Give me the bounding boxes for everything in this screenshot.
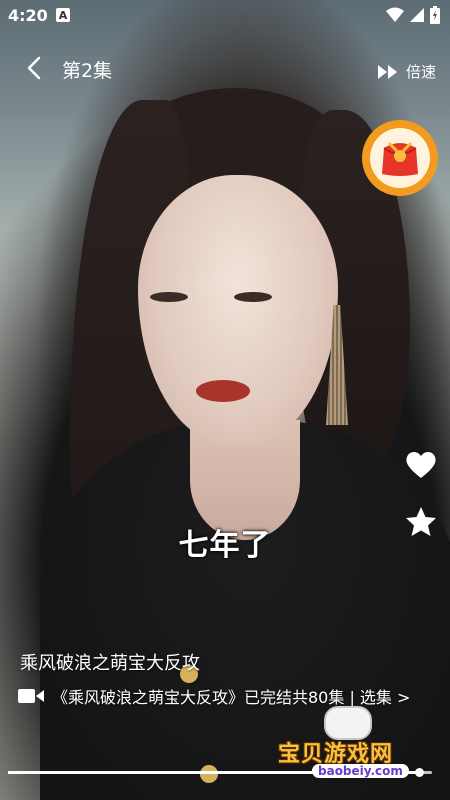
watermark-url: baobeiy.com xyxy=(312,764,409,778)
episode-selector[interactable]: 《乘风破浪之萌宝大反攻》已完结共80集 | 选集 > xyxy=(18,684,410,708)
drama-title: 乘风破浪之萌宝大反攻 xyxy=(20,653,200,674)
episode-title: 第2集 xyxy=(62,60,113,82)
double-play-icon xyxy=(377,64,397,79)
signal-icon xyxy=(410,8,424,22)
notification-icon: A xyxy=(56,8,70,22)
drama-info-text: 《乘风破浪之萌宝大反攻》已完结共80集 | 选集 > xyxy=(52,688,411,707)
status-icons xyxy=(386,6,440,24)
video-eye xyxy=(150,292,188,302)
video-lips xyxy=(196,380,250,402)
video-coat-button xyxy=(200,765,218,783)
red-envelope-icon xyxy=(370,128,430,188)
speed-label: 倍速 xyxy=(405,63,436,81)
watermark-logo: 宝贝游戏网 baobeiy.com xyxy=(272,706,422,786)
battery-icon xyxy=(430,6,440,24)
video-subtitle: 七年了 xyxy=(178,528,272,563)
wifi-icon xyxy=(386,7,404,22)
back-button[interactable] xyxy=(22,55,48,81)
video-frame[interactable] xyxy=(0,0,450,800)
heart-icon[interactable] xyxy=(404,448,438,482)
speed-button[interactable]: 倍速 xyxy=(377,61,436,82)
video-camera-icon xyxy=(18,689,44,703)
video-eye xyxy=(234,292,272,302)
gamepad-icon xyxy=(324,706,372,740)
red-envelope-button[interactable] xyxy=(362,120,438,196)
status-time: 4:20 xyxy=(8,6,48,25)
status-bar: 4:20 A xyxy=(0,0,450,32)
